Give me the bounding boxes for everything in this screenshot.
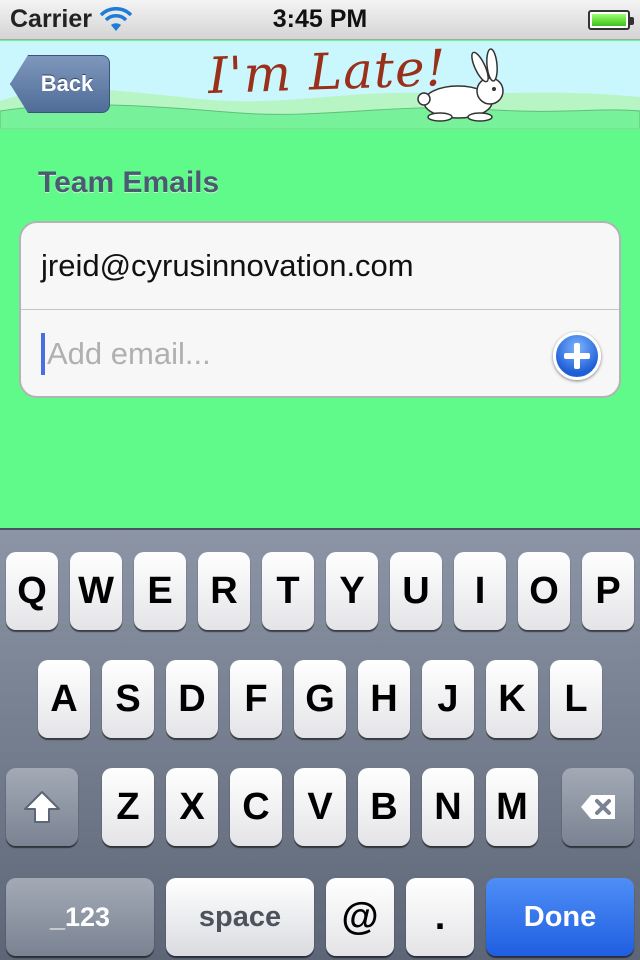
key-n[interactable]: N [422, 768, 474, 846]
back-button[interactable]: Back [10, 55, 110, 113]
dot-key[interactable]: . [406, 878, 474, 956]
key-t[interactable]: T [262, 552, 314, 630]
keyboard: Q W E R T Y U I O P A S D F G H J K L Z … [0, 528, 640, 960]
nav-bar: Back I'm Late! [0, 41, 640, 129]
text-cursor [41, 333, 45, 375]
at-key[interactable]: @ [326, 878, 394, 956]
key-j[interactable]: J [422, 660, 474, 738]
key-x[interactable]: X [166, 768, 218, 846]
key-a[interactable]: A [38, 660, 90, 738]
key-y[interactable]: Y [326, 552, 378, 630]
key-k[interactable]: K [486, 660, 538, 738]
carrier-group: Carrier [10, 5, 132, 34]
key-s[interactable]: S [102, 660, 154, 738]
shift-icon [24, 791, 60, 823]
plus-icon [564, 343, 590, 369]
section-title: Team Emails [38, 166, 220, 199]
key-u[interactable]: U [390, 552, 442, 630]
key-l[interactable]: L [550, 660, 602, 738]
battery-icon [588, 9, 634, 30]
key-w[interactable]: W [70, 552, 122, 630]
add-email-button[interactable] [553, 332, 601, 380]
email-list: jreid@cyrusinnovation.com [19, 221, 621, 398]
key-d[interactable]: D [166, 660, 218, 738]
shift-key[interactable] [6, 768, 78, 846]
key-o[interactable]: O [518, 552, 570, 630]
battery-level [592, 13, 626, 26]
key-q[interactable]: Q [6, 552, 58, 630]
key-i[interactable]: I [454, 552, 506, 630]
key-r[interactable]: R [198, 552, 250, 630]
add-email-input[interactable] [47, 336, 527, 372]
key-b[interactable]: B [358, 768, 410, 846]
email-list-item[interactable]: jreid@cyrusinnovation.com [21, 223, 619, 310]
key-g[interactable]: G [294, 660, 346, 738]
delete-key[interactable] [562, 768, 634, 846]
key-p[interactable]: P [582, 552, 634, 630]
rabbit-icon [417, 48, 504, 122]
key-m[interactable]: M [486, 768, 538, 846]
key-h[interactable]: H [358, 660, 410, 738]
space-key[interactable]: space [166, 878, 314, 956]
key-e[interactable]: E [134, 552, 186, 630]
status-bar: Carrier 3:45 PM [0, 0, 640, 40]
delete-icon [581, 795, 615, 819]
key-z[interactable]: Z [102, 768, 154, 846]
carrier-label: Carrier [10, 5, 92, 33]
wifi-icon [100, 6, 132, 31]
add-email-row [21, 310, 619, 396]
numbers-key[interactable]: _123 [6, 878, 154, 956]
done-key[interactable]: Done [486, 878, 634, 956]
key-f[interactable]: F [230, 660, 282, 738]
key-c[interactable]: C [230, 768, 282, 846]
key-v[interactable]: V [294, 768, 346, 846]
